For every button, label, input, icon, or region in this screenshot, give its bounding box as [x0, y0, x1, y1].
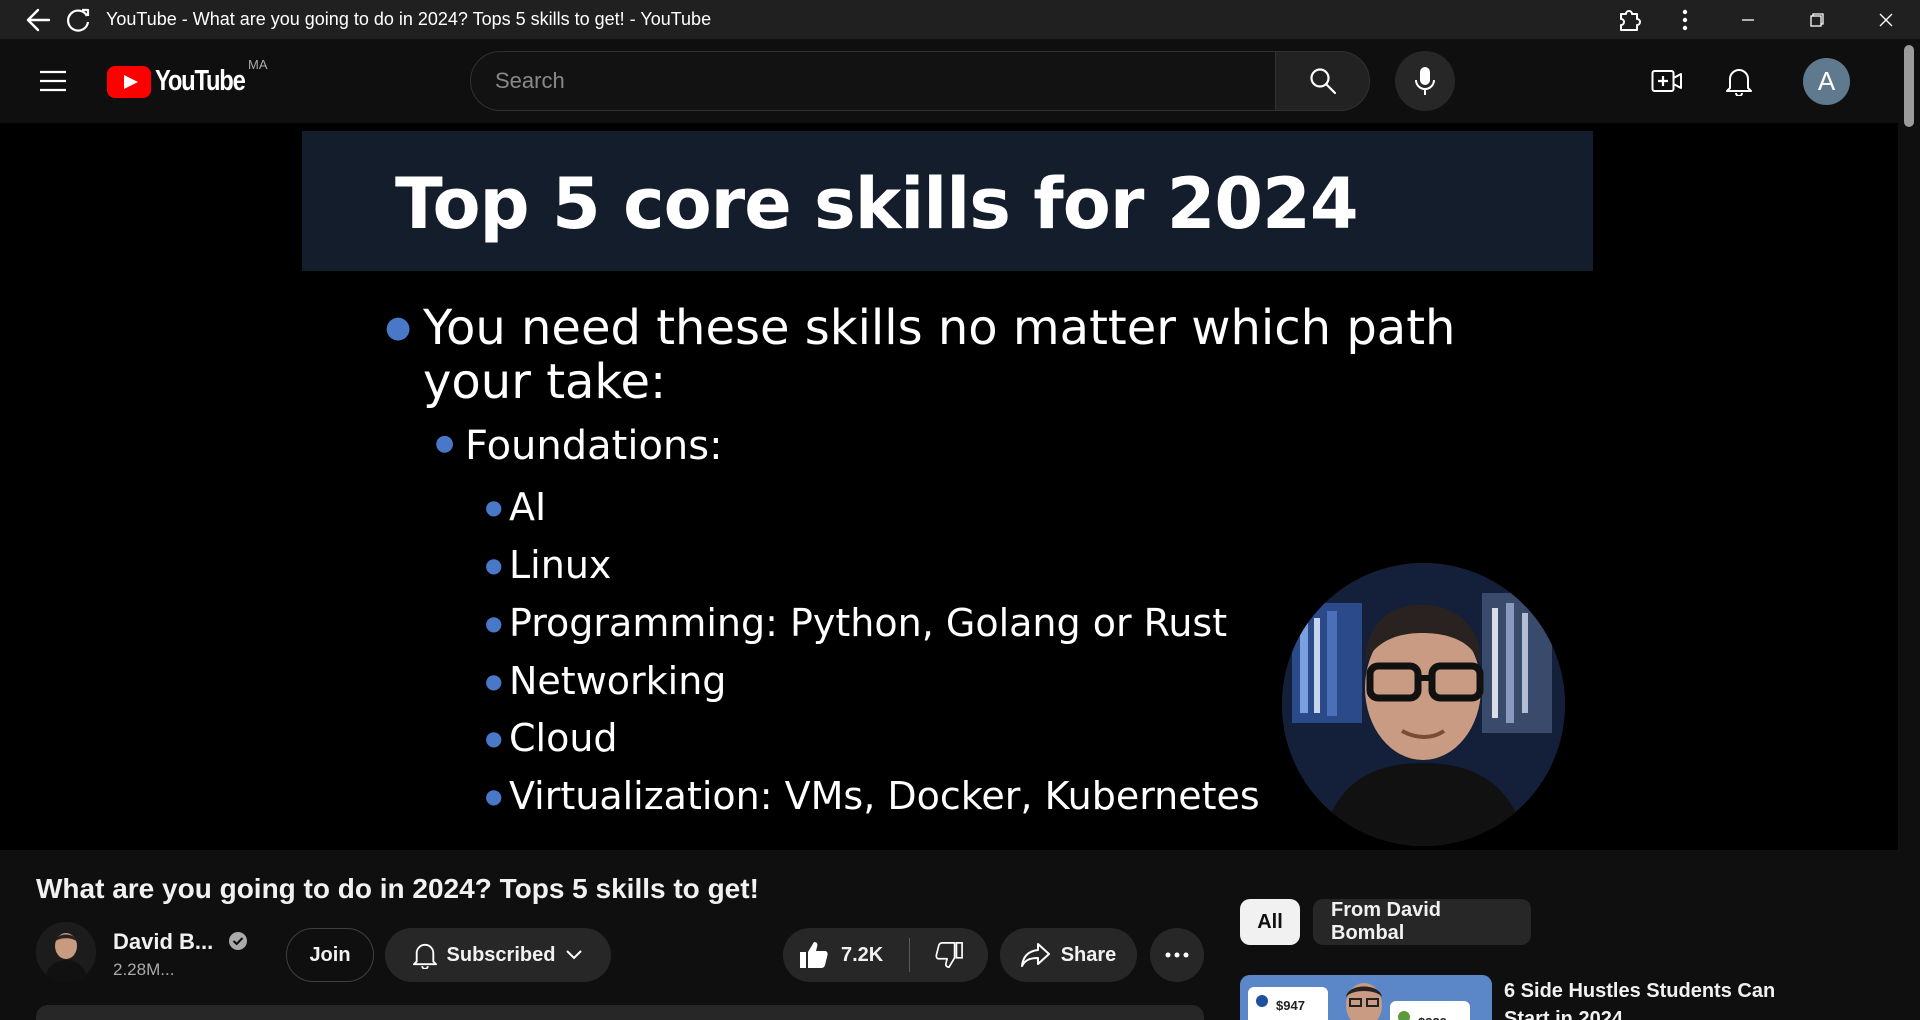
- search-button[interactable]: [1275, 51, 1370, 111]
- hamburger-menu-icon: [40, 70, 66, 92]
- slide-header: Top 5 core skills for 2024: [302, 131, 1593, 271]
- slide-item-text: AI: [509, 485, 547, 529]
- share-arrow-icon: [1020, 943, 1050, 967]
- subscriber-count: 2.28M...: [113, 960, 175, 979]
- like-count: 7.2K: [841, 943, 884, 966]
- search-input[interactable]: [470, 51, 1275, 111]
- presenter-image: [1282, 563, 1565, 846]
- chip-from-channel[interactable]: From David Bombal: [1313, 899, 1531, 945]
- chip-label: All: [1257, 910, 1283, 933]
- video-title: What are you going to do in 2024? Tops 5…: [36, 873, 759, 904]
- share-button[interactable]: Share: [1000, 928, 1137, 982]
- minimize-button[interactable]: [1713, 0, 1782, 39]
- youtube-header: YouTube MA A: [0, 39, 1898, 123]
- more-actions-button[interactable]: [1150, 928, 1204, 982]
- recommendation-title[interactable]: 6 Side Hustles Students Can Start in 202…: [1504, 977, 1804, 1020]
- chip-label: From David Bombal: [1331, 899, 1442, 944]
- more-horizontal-icon: [1165, 952, 1189, 958]
- close-icon: [1879, 13, 1892, 26]
- recommendation-thumbnail-image: $947 $329: [1240, 975, 1492, 1020]
- bullet-dot: ●: [485, 495, 503, 519]
- account-avatar[interactable]: A: [1803, 58, 1850, 105]
- microphone-icon: [1415, 67, 1435, 95]
- subscribed-label: Subscribed: [446, 943, 556, 966]
- window-title-bar: YouTube - What are you going to do in 20…: [0, 0, 1920, 39]
- video-player[interactable]: Top 5 core skills for 2024 ● You need th…: [0, 123, 1898, 850]
- guide-menu-button[interactable]: [30, 61, 76, 101]
- dislike-button[interactable]: [910, 928, 988, 982]
- description-box[interactable]: [36, 1005, 1204, 1020]
- back-arrow-icon: [26, 8, 51, 31]
- channel-avatar[interactable]: [36, 922, 96, 982]
- slide-intro-line1: You need these skills no matter which pa…: [423, 300, 1456, 356]
- close-button[interactable]: [1851, 0, 1920, 39]
- bell-icon: [412, 944, 437, 969]
- bullet-dot: ●: [485, 611, 503, 635]
- country-code: MA: [248, 57, 268, 72]
- thumbs-up-icon: [800, 942, 828, 968]
- thumbs-down-icon: [935, 942, 963, 968]
- minimize-icon: [1741, 18, 1754, 21]
- browser-menu-button[interactable]: [1657, 0, 1713, 39]
- verified-check-icon: [229, 932, 247, 950]
- slide-intro-text: You need these skills no matter which pa…: [423, 301, 1455, 409]
- slide-item-text: Cloud: [509, 716, 618, 760]
- search-icon: [1309, 68, 1336, 95]
- reload-icon: [67, 8, 90, 32]
- channel-avatar-image: [36, 922, 96, 982]
- more-vertical-icon: [1682, 9, 1688, 30]
- join-label: Join: [309, 943, 351, 966]
- thumb-amount-1: $947: [1276, 998, 1305, 1013]
- slide-section-label: Foundations:: [465, 423, 723, 469]
- scrollbar-thumb[interactable]: [1904, 45, 1914, 127]
- back-button[interactable]: [18, 0, 58, 39]
- youtube-logo-text: YouTube: [155, 65, 246, 97]
- like-button[interactable]: 7.2K: [783, 928, 909, 982]
- bullet-dot: ●: [485, 784, 503, 808]
- create-button[interactable]: [1643, 59, 1691, 103]
- thumb-amount-2: $329: [1418, 1015, 1447, 1020]
- bullet-dot: ●: [435, 431, 455, 456]
- window-title: YouTube - What are you going to do in 20…: [106, 9, 712, 29]
- page-scrollbar[interactable]: [1898, 39, 1920, 1020]
- create-video-icon: [1651, 70, 1682, 92]
- slide-intro-line2: your take:: [423, 354, 667, 410]
- bullet-dot: ●: [485, 669, 503, 693]
- restore-icon: [1809, 12, 1824, 27]
- bullet-dot: ●: [485, 553, 503, 577]
- youtube-logo[interactable]: YouTube: [107, 65, 264, 98]
- channel-name[interactable]: David B...: [113, 929, 213, 955]
- search-bar: [470, 51, 1370, 111]
- slide-title: Top 5 core skills for 2024: [395, 163, 1359, 245]
- slide-item-text: Programming: Python, Golang or Rust: [509, 601, 1228, 645]
- extension-icon: [1620, 9, 1641, 31]
- join-button[interactable]: Join: [286, 928, 374, 982]
- recommendation-thumbnail[interactable]: $947 $329: [1240, 975, 1492, 1020]
- youtube-play-logo-icon: [107, 65, 151, 98]
- slide-item-text: Linux: [509, 543, 612, 587]
- reload-button[interactable]: [58, 0, 98, 39]
- slide-item-text: Networking: [509, 659, 727, 703]
- bullet-dot: ●: [385, 310, 412, 345]
- slide-item-text: Virtualization: VMs, Docker, Kubernetes: [509, 774, 1260, 818]
- restore-button[interactable]: [1782, 0, 1851, 39]
- subscribed-button[interactable]: Subscribed: [385, 928, 611, 982]
- chip-all[interactable]: All: [1240, 899, 1300, 945]
- like-dislike-group: 7.2K: [783, 928, 988, 982]
- notifications-button[interactable]: [1715, 59, 1763, 103]
- chevron-down-icon: [566, 950, 583, 960]
- bullet-dot: ●: [485, 726, 503, 750]
- bell-icon: [1726, 69, 1752, 96]
- voice-search-button[interactable]: [1395, 51, 1455, 111]
- presenter-webcam-circle: [1282, 563, 1565, 846]
- share-label: Share: [1060, 943, 1117, 966]
- extensions-button[interactable]: [1601, 0, 1657, 39]
